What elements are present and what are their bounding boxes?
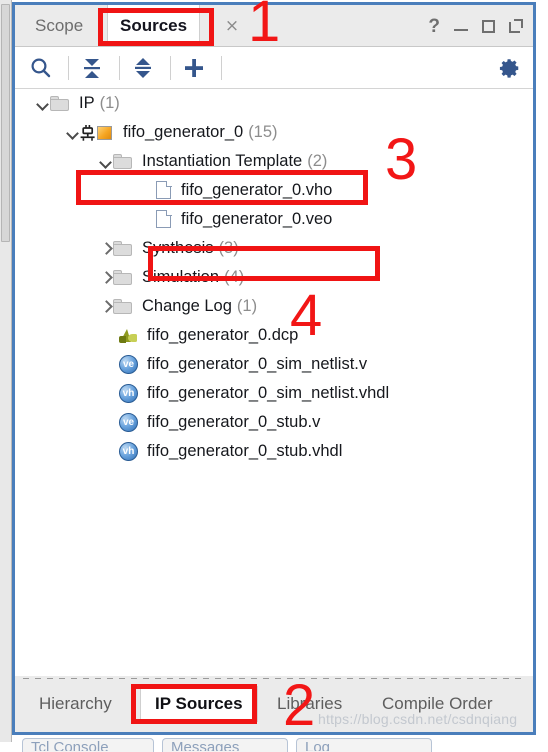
annotation-number-3: 3 bbox=[385, 127, 418, 192]
verilog-file-icon: ve bbox=[119, 413, 138, 432]
tree-label: fifo_generator_0 bbox=[123, 123, 244, 141]
console-tab-strip: Tcl Console Messages Log bbox=[22, 738, 442, 752]
annotation-box-instantiation-template bbox=[76, 170, 368, 205]
watermark-text: https://blog.csdn.net/csdnqiang bbox=[318, 711, 518, 727]
tab-hierarchy[interactable]: Hierarchy bbox=[25, 686, 126, 722]
folder-icon bbox=[113, 270, 133, 285]
float-window-icon[interactable] bbox=[509, 19, 523, 33]
tree-row-fifo-generator-0-stub-vhdl[interactable]: vh fifo_generator_0_stub.vhdl bbox=[15, 437, 533, 466]
tree-count: (2) bbox=[307, 152, 328, 170]
ip-core-icon bbox=[80, 124, 114, 142]
maximize-icon[interactable] bbox=[482, 19, 495, 33]
tree-label: Instantiation Template bbox=[142, 152, 303, 170]
tree-row-fifo-generator-0-stub-v[interactable]: ve fifo_generator_0_stub.v bbox=[15, 408, 533, 437]
window-controls: ? bbox=[428, 5, 523, 47]
search-icon[interactable] bbox=[27, 55, 55, 81]
folder-icon bbox=[50, 96, 70, 111]
tree-row-change-log[interactable]: Change Log (1) bbox=[15, 292, 533, 321]
file-icon bbox=[156, 210, 172, 229]
tree-label: fifo_generator_0_stub.v bbox=[147, 413, 321, 431]
vertical-scrollbar-thumb[interactable] bbox=[1, 4, 10, 242]
annotation-number-4: 4 bbox=[290, 283, 323, 348]
tab-tcl-console[interactable]: Tcl Console bbox=[22, 738, 154, 752]
chevron-down-icon[interactable] bbox=[67, 126, 80, 139]
sources-panel: Scope Sources × ? IP (1) fifo_generator_… bbox=[12, 2, 536, 735]
close-icon[interactable]: × bbox=[223, 17, 241, 35]
outer-window-left-edge bbox=[0, 0, 12, 742]
chevron-down-icon[interactable] bbox=[37, 97, 50, 110]
folder-icon bbox=[113, 154, 133, 169]
annotation-box-sources-tab bbox=[98, 8, 214, 46]
tree-row-fifo-generator-0[interactable]: fifo_generator_0 (15) bbox=[15, 118, 533, 147]
tree-row-fifo-generator-0-veo[interactable]: fifo_generator_0.veo bbox=[15, 205, 533, 234]
folder-icon bbox=[113, 299, 133, 314]
tree-label: IP bbox=[79, 94, 95, 112]
tab-log[interactable]: Log bbox=[296, 738, 432, 752]
tree-count: (15) bbox=[248, 123, 278, 141]
tab-scope-label: Scope bbox=[35, 16, 84, 35]
chevron-down-icon[interactable] bbox=[100, 155, 113, 168]
tree-label: fifo_generator_0_sim_netlist.vhdl bbox=[147, 384, 390, 402]
tree-label: Change Log bbox=[142, 297, 232, 315]
tab-messages-label: Messages bbox=[171, 739, 240, 751]
tree-row-fifo-generator-0-dcp[interactable]: fifo_generator_0.dcp bbox=[15, 321, 533, 350]
tab-hierarchy-label: Hierarchy bbox=[39, 694, 112, 713]
annotation-box-ip-sources-tab bbox=[131, 684, 257, 724]
tree-row-fifo-generator-0-sim-netlist-v[interactable]: ve fifo_generator_0_sim_netlist.v bbox=[15, 350, 533, 379]
annotation-number-1: 1 bbox=[248, 0, 281, 54]
vhdl-file-icon: vh bbox=[119, 384, 138, 403]
tree-label: fifo_generator_0.veo bbox=[181, 210, 333, 228]
chevron-right-icon[interactable] bbox=[100, 242, 113, 255]
tree-label: fifo_generator_0_stub.vhdl bbox=[147, 442, 343, 460]
minimize-icon[interactable] bbox=[454, 21, 468, 31]
collapse-all-icon[interactable] bbox=[78, 55, 106, 81]
tab-messages[interactable]: Messages bbox=[162, 738, 288, 752]
tree-label: fifo_generator_0.dcp bbox=[147, 326, 299, 344]
tab-log-label: Log bbox=[305, 739, 331, 751]
annotation-number-2: 2 bbox=[283, 673, 316, 738]
tab-tcl-console-label: Tcl Console bbox=[31, 739, 109, 751]
tree-label: fifo_generator_0_sim_netlist.v bbox=[147, 355, 368, 373]
tree-count: (1) bbox=[236, 297, 258, 315]
tree-count: (1) bbox=[99, 94, 120, 112]
add-sources-icon[interactable] bbox=[180, 55, 208, 81]
tab-separator bbox=[23, 678, 525, 679]
tab-scope[interactable]: Scope bbox=[23, 5, 95, 47]
chevron-right-icon[interactable] bbox=[100, 271, 113, 284]
annotation-box-veo-file bbox=[148, 246, 380, 281]
verilog-file-icon: ve bbox=[119, 355, 138, 374]
help-icon[interactable]: ? bbox=[428, 17, 440, 36]
chevron-right-icon[interactable] bbox=[100, 300, 113, 313]
checkpoint-file-icon bbox=[119, 327, 138, 345]
tree-row-fifo-generator-0-sim-netlist-vhdl[interactable]: vh fifo_generator_0_sim_netlist.vhdl bbox=[15, 379, 533, 408]
expand-all-icon[interactable] bbox=[129, 55, 157, 81]
tree-row-ip[interactable]: IP (1) bbox=[15, 89, 533, 118]
vhdl-file-icon: vh bbox=[119, 442, 138, 461]
folder-icon bbox=[113, 241, 133, 256]
gear-icon[interactable] bbox=[499, 57, 521, 79]
